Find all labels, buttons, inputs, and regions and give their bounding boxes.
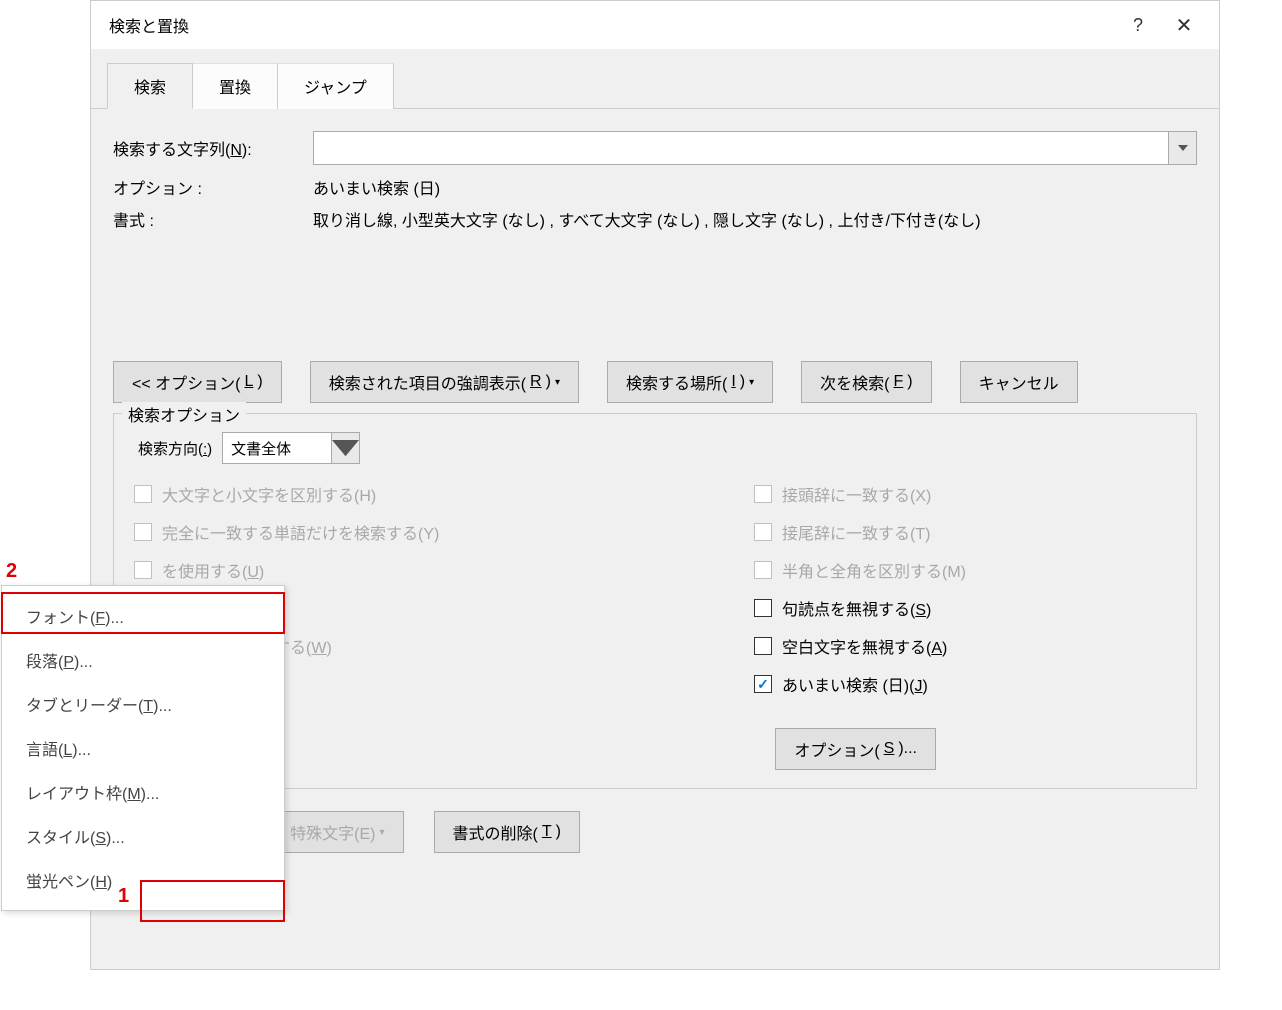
check-wildcards: を使用する(U) [134,558,694,582]
tab-replace[interactable]: 置換 [192,63,278,109]
cancel-button[interactable]: キャンセル [960,361,1078,403]
format-label: 書式 : [113,207,313,231]
popup-item-style[interactable]: スタイル(S)... [2,814,284,858]
check-half-full-width: 半角と全角を区別する(M) [754,558,966,582]
reading-highlight-button[interactable]: 検索された項目の強調表示(R)▾ [310,361,579,403]
search-label: 検索する文字列(N): [113,136,313,160]
popup-item-language[interactable]: 言語(L)... [2,726,284,770]
tab-jump[interactable]: ジャンプ [277,63,394,109]
popup-item-tabs[interactable]: タブとリーダー(T)... [2,682,284,726]
close-icon: ✕ [1176,13,1193,38]
annotation-marker-1: 1 [118,885,129,908]
help-button[interactable]: ? [1115,7,1161,43]
options-toggle-button[interactable]: << オプション(L) [113,361,282,403]
check-fuzzy-japanese[interactable]: あいまい検索 (日)(J) [754,672,966,696]
fieldset-legend: 検索オプション [122,402,246,426]
direction-dropdown-button[interactable] [332,432,360,464]
format-popup-menu: フォント(F)... 段落(P)... タブとリーダー(T)... 言語(L).… [1,585,285,911]
dialog-title: 検索と置換 [109,13,189,37]
chevron-down-icon [1178,145,1188,151]
check-match-prefix: 接頭辞に一致する(X) [754,482,966,506]
option-label: オプション : [113,175,313,199]
check-ignore-punctuation[interactable]: 句読点を無視する(S) [754,596,966,620]
search-in-button[interactable]: 検索する場所(I)▾ [607,361,773,403]
titlebar: 検索と置換 ? ✕ [91,1,1219,49]
format-value: 取り消し線, 小型英大文字 (なし) , すべて大文字 (なし) , 隠し文字 … [313,207,981,231]
annotation-marker-2: 2 [6,560,17,583]
chevron-down-icon: ▾ [380,827,385,838]
chevron-down-icon: ▾ [555,377,560,388]
popup-item-font[interactable]: フォント(F)... [2,594,284,638]
direction-select[interactable]: 文書全体 [222,432,332,464]
check-ignore-whitespace[interactable]: 空白文字を無視する(A) [754,634,966,658]
popup-item-paragraph[interactable]: 段落(P)... [2,638,284,682]
tab-search[interactable]: 検索 [107,63,193,109]
fuzzy-options-button[interactable]: オプション(S)... [775,728,936,770]
no-formatting-button[interactable]: 書式の削除(T) [434,811,580,853]
chevron-down-icon: ▾ [749,377,754,388]
check-whole-word: 完全に一致する単語だけを検索する(Y) [134,520,694,544]
direction-label: 検索方向(:) [138,438,212,459]
check-match-case: 大文字と小文字を区別する(H) [134,482,694,506]
popup-item-frame[interactable]: レイアウト枠(M)... [2,770,284,814]
search-input[interactable] [313,131,1169,165]
tabstrip: 検索 置換 ジャンプ [107,63,1219,109]
popup-item-highlight[interactable]: 蛍光ペン(H) [2,858,284,902]
chevron-down-icon [332,440,359,456]
check-match-suffix: 接尾辞に一致する(T) [754,520,966,544]
search-history-dropdown[interactable] [1169,131,1197,165]
special-dropdown-button: 特殊文字(E)▾ [271,811,403,853]
find-next-button[interactable]: 次を検索(F) [801,361,931,403]
close-button[interactable]: ✕ [1161,7,1207,43]
option-value: あいまい検索 (日) [313,175,440,199]
